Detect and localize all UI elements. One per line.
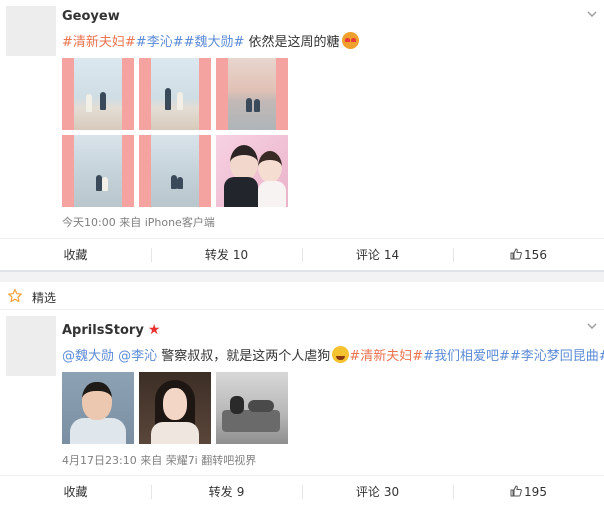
comment-button[interactable]: 评论 30 (302, 476, 453, 508)
username[interactable]: AprilsStory ★ (62, 322, 160, 338)
repost-button[interactable]: 转发 10 (151, 239, 302, 271)
avatar[interactable] (6, 6, 56, 56)
hashtag[interactable]: #魏大勋# (184, 35, 245, 50)
hashtag[interactable]: #清新夫妇# (349, 349, 423, 364)
hashtag[interactable]: #李沁梦回昆曲# (510, 349, 604, 364)
post-timestamp[interactable]: 今天10:00 来自 iPhone客户端 (62, 214, 215, 230)
comment-label: 评论 (355, 248, 380, 262)
username[interactable]: Geoyew (62, 9, 120, 24)
favorite-button[interactable]: 收藏 (0, 476, 151, 508)
action-bar: 收藏 转发 10 评论 14 156 (0, 238, 604, 270)
favorite-button[interactable]: 收藏 (0, 239, 151, 271)
comment-button[interactable]: 评论 14 (302, 239, 453, 271)
username-text: AprilsStory (62, 323, 144, 338)
featured-label: 精选 (32, 291, 57, 305)
repost-count: 9 (236, 485, 245, 499)
like-button[interactable]: 195 (453, 476, 604, 508)
comment-count: 30 (383, 485, 400, 499)
like-count: 156 (524, 248, 547, 262)
laughing-emoji-icon (332, 346, 350, 363)
comment-label: 评论 (355, 485, 380, 499)
featured-header: 精选 (0, 282, 604, 310)
chevron-down-icon[interactable] (586, 320, 598, 332)
repost-label: 转发 (208, 485, 233, 499)
post-image[interactable] (139, 135, 211, 207)
heart-eyes-emoji-icon (341, 32, 359, 49)
like-button[interactable]: 156 (453, 239, 604, 271)
favorite-label: 收藏 (63, 485, 88, 499)
action-bar: 收藏 转发 9 评论 30 195 (0, 475, 604, 507)
post-image[interactable] (216, 372, 288, 444)
mention-link[interactable]: @魏大勋 (62, 349, 114, 364)
repost-count: 10 (232, 248, 249, 262)
star-badge-icon: ★ (147, 322, 161, 338)
post-image[interactable] (62, 372, 134, 444)
post-image[interactable] (62, 58, 134, 130)
post-body-text: 依然是这周的糖 (244, 35, 340, 50)
post-image[interactable] (139, 372, 211, 444)
favorite-label: 收藏 (63, 248, 88, 262)
post-text: @魏大勋 @李沁 警察叔叔，就是这两个人虐狗 #清新夫妇##我们相爱吧##李沁梦回… (62, 346, 604, 366)
chevron-down-icon[interactable] (586, 8, 598, 20)
post-image[interactable] (216, 58, 288, 130)
weibo-post: Geoyew #清新夫妇##李沁##魏大勋# 依然是这周的糖 今天10:00 来… (0, 0, 604, 270)
like-count: 195 (524, 485, 547, 499)
repost-button[interactable]: 转发 9 (151, 476, 302, 508)
comment-count: 14 (383, 248, 400, 262)
repost-label: 转发 (204, 248, 229, 262)
post-image[interactable] (62, 135, 134, 207)
hashtag[interactable]: #我们相爱吧# (423, 349, 510, 364)
mention-link[interactable]: @李沁 (118, 349, 157, 364)
post-timestamp[interactable]: 4月17日23:10 来自 荣耀7i 翻转吧视界 (62, 452, 256, 468)
post-image[interactable] (139, 58, 211, 130)
thumbs-up-icon (510, 240, 522, 260)
post-text: #清新夫妇##李沁##魏大勋# 依然是这周的糖 (62, 32, 359, 52)
avatar[interactable] (6, 316, 56, 376)
weibo-post: AprilsStory ★ @魏大勋 @李沁 警察叔叔，就是这两个人虐狗 #清新夫妇… (0, 310, 604, 508)
feed-separator (0, 270, 604, 282)
hashtag[interactable]: #清新夫妇# (62, 35, 136, 50)
thumbs-up-icon (510, 477, 522, 497)
post-body-text: 警察叔叔，就是这两个人虐狗 (157, 349, 331, 364)
star-outline-icon (7, 288, 23, 304)
hashtag[interactable]: #李沁# (136, 35, 184, 50)
post-image[interactable] (216, 135, 288, 207)
